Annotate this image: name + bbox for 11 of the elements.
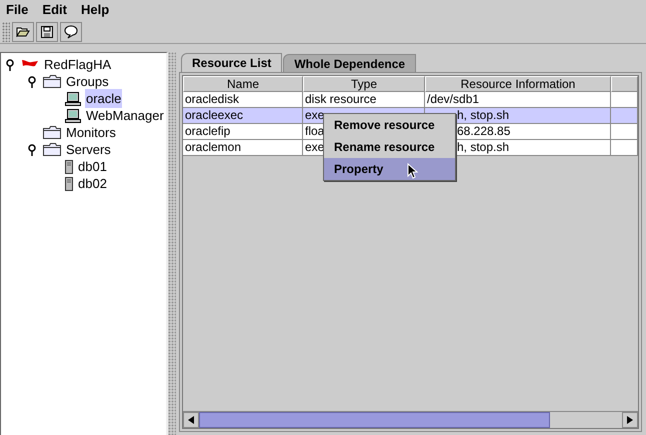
- table-cell: 68.228.85: [457, 124, 510, 138]
- table-cell: exe: [305, 140, 324, 154]
- table-cell: /dev/sdb1: [427, 92, 480, 106]
- table-cell: oraclefip: [185, 124, 230, 138]
- table-cell: disk resource: [305, 92, 376, 106]
- table-cell: oraclemon: [185, 140, 242, 154]
- table-cell: h, stop.sh: [457, 108, 510, 122]
- table-cell: oracledisk: [185, 92, 240, 106]
- table-cell: exe: [305, 108, 324, 122]
- table-cell: oracleexec: [185, 108, 244, 122]
- table-cell: h, stop.sh: [457, 140, 510, 154]
